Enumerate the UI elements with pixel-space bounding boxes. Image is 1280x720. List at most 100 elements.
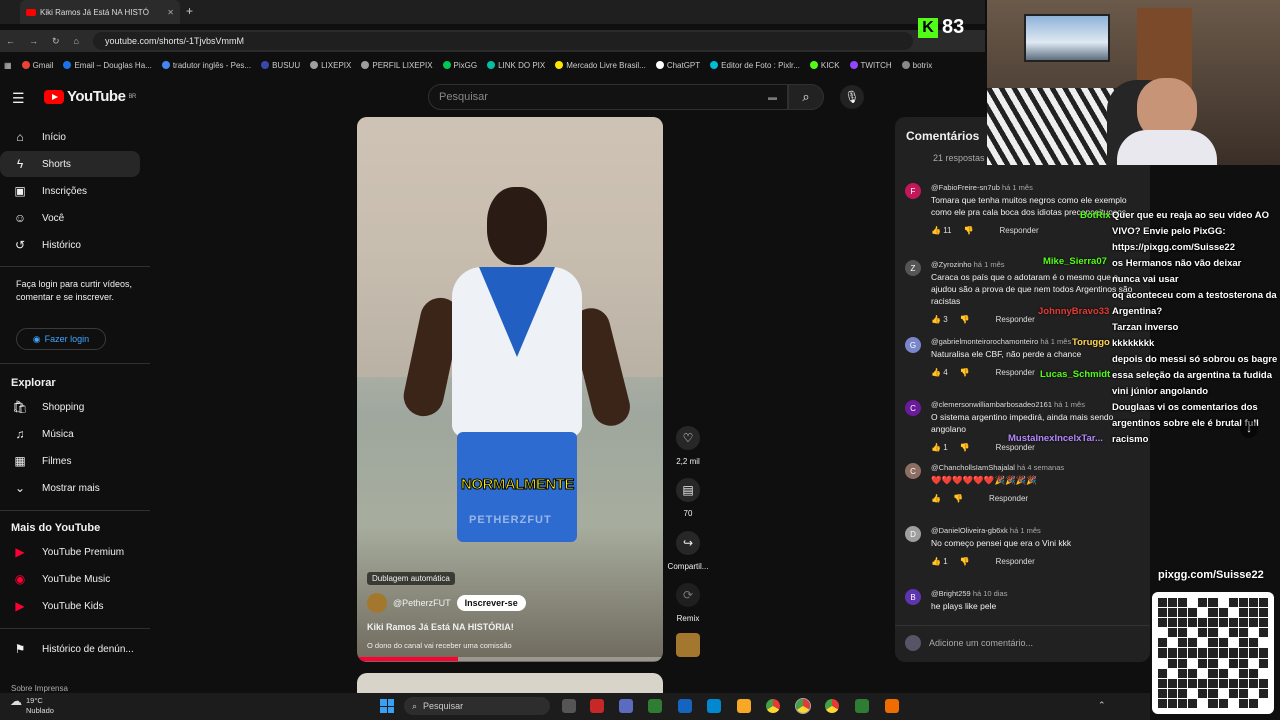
back-icon[interactable]: ← <box>6 36 15 46</box>
sidebar-item-main-1[interactable]: ϟ Shorts <box>0 151 140 177</box>
comment-author[interactable]: @clemersonwilliambarbosadeo2161 <box>931 400 1052 409</box>
apps-icon[interactable]: ▦ <box>4 61 12 70</box>
comment-dislike-icon[interactable]: 👎 <box>953 494 963 503</box>
bookmark-item[interactable]: KICK <box>809 61 840 70</box>
chrome-icon[interactable] <box>766 699 780 713</box>
channel-avatar[interactable] <box>367 593 387 613</box>
comment-dislike-icon[interactable]: 👎 <box>960 315 970 324</box>
comment-author[interactable]: @Bright259 <box>931 589 971 598</box>
app-icon[interactable] <box>590 699 604 713</box>
forward-icon[interactable]: → <box>29 36 38 46</box>
sidebar-item-more-2[interactable]: ▶ YouTube Kids <box>0 593 140 619</box>
close-tab-icon[interactable]: ✕ <box>167 8 174 17</box>
comment-like-button[interactable]: 👍 1 <box>931 557 948 566</box>
commenter-avatar[interactable]: D <box>905 526 921 542</box>
sidebar-item-more-0[interactable]: ▶ YouTube Premium <box>0 539 140 565</box>
reply-button[interactable]: Responder <box>996 368 1035 377</box>
chrome-icon[interactable] <box>795 698 811 714</box>
sidebar-footer[interactable]: Sobre Imprensa <box>11 684 68 693</box>
comment-author[interactable]: @FabioFreire-sn7ub <box>931 183 1000 192</box>
short-video-player[interactable]: NORMALMENTE PETHERZFUT Dublagem automáti… <box>357 117 663 662</box>
weather-widget[interactable]: ☁ 19°C Nublado <box>10 695 54 716</box>
app-icon[interactable] <box>855 699 869 713</box>
bookmark-item[interactable]: Gmail <box>21 61 53 70</box>
comment-dislike-icon[interactable]: 👎 <box>960 557 970 566</box>
sidebar-item-main-3[interactable]: ☺ Você <box>0 205 140 231</box>
tray-chevron-icon[interactable]: ⌃ <box>1098 700 1106 711</box>
bookmark-item[interactable]: BUSUU <box>261 61 300 70</box>
bookmark-item[interactable]: tradutor inglês - Pes... <box>161 61 251 70</box>
home-icon[interactable]: ⌂ <box>74 36 79 46</box>
video-title[interactable]: Kiki Ramos Já Está NA HISTÓRIA! <box>367 622 514 632</box>
app-icon[interactable] <box>678 699 692 713</box>
search-input[interactable]: Pesquisar ▬ <box>428 84 788 110</box>
chrome-icon[interactable] <box>825 699 839 713</box>
sidebar-item-explore-1[interactable]: ♫ Música <box>0 421 140 447</box>
sidebar-item-main-4[interactable]: ↺ Histórico <box>0 232 140 258</box>
new-tab-icon[interactable]: + <box>186 4 193 18</box>
sidebar-item-main-2[interactable]: ▣ Inscrições <box>0 178 140 204</box>
bookmark-item[interactable]: PERFIL LIXEPIX <box>361 61 433 70</box>
comment-author[interactable]: @gabrielmonteirorochamonteiro <box>931 337 1038 346</box>
voice-search-button[interactable]: 🎙 <box>840 85 864 109</box>
add-comment-field[interactable]: Adicione um comentário... <box>905 635 1145 651</box>
sidebar-item-main-0[interactable]: ⌂ Início <box>0 124 140 150</box>
comment-like-button[interactable]: 👍 4 <box>931 368 948 377</box>
taskbar-search[interactable]: ⌕ Pesquisar <box>404 697 550 715</box>
commenter-avatar[interactable]: B <box>905 589 921 605</box>
bookmark-item[interactable]: PixGG <box>442 61 477 70</box>
comments-button[interactable]: ▤ <box>676 478 700 502</box>
sidebar-item-more-1[interactable]: ◉ YouTube Music <box>0 566 140 592</box>
comment-like-button[interactable]: 👍 11 <box>931 226 952 235</box>
browser-tab[interactable]: Kiki Ramos Já Está NA HISTÓ ✕ <box>20 0 180 24</box>
share-button[interactable]: ↪ <box>676 531 700 555</box>
youtube-logo[interactable]: YouTube BR <box>44 88 136 105</box>
replies-count[interactable]: 21 respostas <box>933 153 985 163</box>
comment-like-button[interactable]: 👍 1 <box>931 443 948 452</box>
file-explorer-icon[interactable] <box>737 699 751 713</box>
sidebar-item-explore-2[interactable]: ▦ Filmes <box>0 448 140 474</box>
comment-author[interactable]: @Zyrozinho <box>931 260 972 269</box>
comment-like-button[interactable]: 👍 <box>931 494 941 503</box>
next-short-preview[interactable] <box>357 673 663 693</box>
commenter-avatar[interactable]: G <box>905 337 921 353</box>
sidebar-item-report-history[interactable]: ⚑ Histórico de denún... <box>0 636 140 662</box>
bookmark-item[interactable]: Mercado Livre Brasil... <box>555 61 646 70</box>
sidebar-item-explore-0[interactable]: 🛍 Shopping <box>0 394 140 420</box>
comment-dislike-icon[interactable]: 👎 <box>960 368 970 377</box>
commenter-avatar[interactable]: C <box>905 463 921 479</box>
like-button[interactable]: ♡ <box>676 426 700 450</box>
remix-button[interactable]: ⟳ <box>676 583 700 607</box>
comment-like-button[interactable]: 👍 3 <box>931 315 948 324</box>
channel-name[interactable]: @PetherzFUT <box>393 598 451 608</box>
reply-button[interactable]: Responder <box>989 494 1028 503</box>
sound-thumbnail[interactable] <box>676 633 700 657</box>
bookmark-item[interactable]: LINK DO PIX <box>487 61 545 70</box>
reply-button[interactable]: Responder <box>999 226 1038 235</box>
search-button[interactable]: ⌕ <box>788 84 824 110</box>
brave-icon[interactable] <box>885 699 899 713</box>
comment-author[interactable]: @ChanchollsIamShajalal <box>931 463 1015 472</box>
bookmark-item[interactable]: Email – Douglas Ha... <box>63 61 152 70</box>
windows-start-icon[interactable] <box>380 699 394 713</box>
login-button[interactable]: ◉ Fazer login <box>16 328 106 350</box>
sidebar-item-explore-3[interactable]: ⌄ Mostrar mais <box>0 475 140 501</box>
reply-button[interactable]: Responder <box>996 315 1035 324</box>
bookmark-item[interactable]: botrix <box>901 61 932 70</box>
comment-dislike-icon[interactable]: 👎 <box>960 443 970 452</box>
reply-button[interactable]: Responder <box>996 443 1035 452</box>
subscribe-button[interactable]: Inscrever-se <box>456 595 526 611</box>
bookmark-item[interactable]: LIXEPIX <box>310 61 351 70</box>
keyboard-icon[interactable]: ▬ <box>768 92 777 102</box>
app-icon[interactable] <box>619 699 633 713</box>
scroll-down-icon[interactable]: ↓ <box>1240 420 1258 438</box>
task-view-icon[interactable] <box>562 699 576 713</box>
menu-icon[interactable]: ☰ <box>12 90 25 107</box>
bookmark-item[interactable]: Editor de Foto : Pixlr... <box>710 61 800 70</box>
bookmark-item[interactable]: ChatGPT <box>655 61 700 70</box>
app-icon[interactable] <box>707 699 721 713</box>
commenter-avatar[interactable]: C <box>905 400 921 416</box>
reply-button[interactable]: Responder <box>996 557 1035 566</box>
xbox-icon[interactable] <box>648 699 662 713</box>
commenter-avatar[interactable]: F <box>905 183 921 199</box>
